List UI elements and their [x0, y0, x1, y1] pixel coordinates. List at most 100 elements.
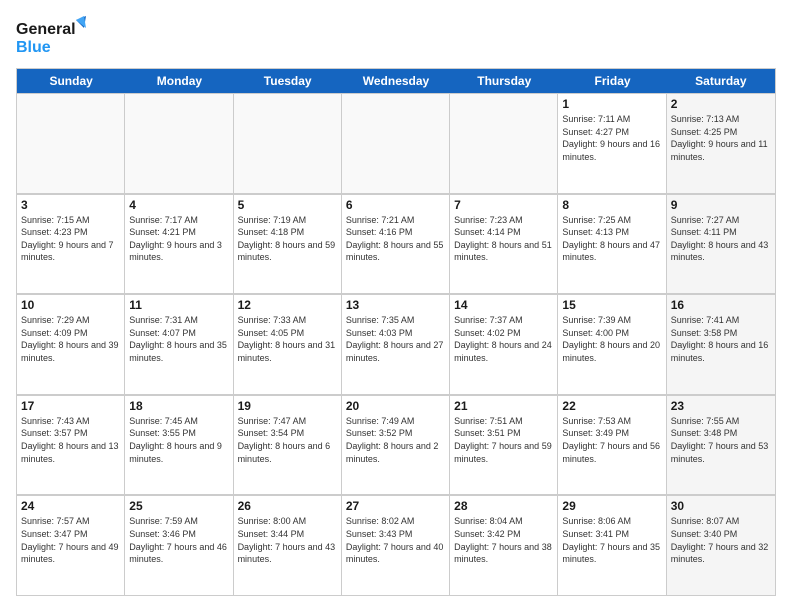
- day-number: 21: [454, 399, 553, 413]
- day-info: Sunrise: 7:43 AM Sunset: 3:57 PM Dayligh…: [21, 415, 120, 465]
- cal-cell: 4Sunrise: 7:17 AM Sunset: 4:21 PM Daylig…: [125, 195, 233, 294]
- week-row-4: 17 Sunrise: 7:43 AM Sunset: 3:57 PM Dayli…: [17, 395, 775, 496]
- cal-cell: 17 Sunrise: 7:43 AM Sunset: 3:57 PM Dayli…: [17, 396, 125, 495]
- cal-cell: [125, 94, 233, 193]
- day-number: 22: [562, 399, 661, 413]
- day-info: Sunrise: 7:31 AM Sunset: 4:07 PM Dayligh…: [129, 314, 228, 364]
- cal-cell: 30 Sunrise: 8:07 AM Sunset: 3:40 PM Dayli…: [667, 496, 775, 595]
- day-info: Sunrise: 7:53 AM Sunset: 3:49 PM Dayligh…: [562, 415, 661, 465]
- day-info: Sunrise: 7:35 AM Sunset: 4:03 PM Dayligh…: [346, 314, 445, 364]
- day-info: Sunrise: 7:33 AM Sunset: 4:05 PM Dayligh…: [238, 314, 337, 364]
- logo: General Blue: [16, 16, 86, 58]
- calendar: SundayMondayTuesdayWednesdayThursdayFrid…: [16, 68, 776, 596]
- day-info: Sunrise: 7:23 AM Sunset: 4:14 PM Dayligh…: [454, 214, 553, 264]
- day-info: Sunrise: 7:27 AM Sunset: 4:11 PM Dayligh…: [671, 214, 771, 264]
- cal-cell: 23 Sunrise: 7:55 AM Sunset: 3:48 PM Dayli…: [667, 396, 775, 495]
- cal-cell: [234, 94, 342, 193]
- day-number: 30: [671, 499, 771, 513]
- day-number: 2: [671, 97, 771, 111]
- week-row-2: 3Sunrise: 7:15 AM Sunset: 4:23 PM Daylig…: [17, 194, 775, 295]
- day-number: 10: [21, 298, 120, 312]
- day-info: Sunrise: 7:47 AM Sunset: 3:54 PM Dayligh…: [238, 415, 337, 465]
- cal-cell: 16Sunrise: 7:41 AM Sunset: 3:58 PM Dayli…: [667, 295, 775, 394]
- day-number: 4: [129, 198, 228, 212]
- cal-cell: 26 Sunrise: 8:00 AM Sunset: 3:44 PM Dayli…: [234, 496, 342, 595]
- day-number: 18: [129, 399, 228, 413]
- cal-cell: 10 Sunrise: 7:29 AM Sunset: 4:09 PM Dayli…: [17, 295, 125, 394]
- day-number: 12: [238, 298, 337, 312]
- calendar-header: SundayMondayTuesdayWednesdayThursdayFrid…: [17, 69, 775, 93]
- day-info: Sunrise: 8:07 AM Sunset: 3:40 PM Dayligh…: [671, 515, 771, 565]
- day-number: 28: [454, 499, 553, 513]
- day-number: 8: [562, 198, 661, 212]
- cal-cell: [342, 94, 450, 193]
- day-number: 17: [21, 399, 120, 413]
- day-number: 29: [562, 499, 661, 513]
- day-info: Sunrise: 7:13 AM Sunset: 4:25 PM Dayligh…: [671, 113, 771, 163]
- day-info: Sunrise: 7:55 AM Sunset: 3:48 PM Dayligh…: [671, 415, 771, 465]
- header-day-monday: Monday: [125, 69, 233, 93]
- day-info: Sunrise: 7:49 AM Sunset: 3:52 PM Dayligh…: [346, 415, 445, 465]
- cal-cell: 25 Sunrise: 7:59 AM Sunset: 3:46 PM Dayli…: [125, 496, 233, 595]
- day-number: 14: [454, 298, 553, 312]
- day-number: 5: [238, 198, 337, 212]
- cal-cell: 12 Sunrise: 7:33 AM Sunset: 4:05 PM Dayli…: [234, 295, 342, 394]
- header-day-sunday: Sunday: [17, 69, 125, 93]
- day-number: 24: [21, 499, 120, 513]
- cal-cell: 19Sunrise: 7:47 AM Sunset: 3:54 PM Dayli…: [234, 396, 342, 495]
- cal-cell: 3Sunrise: 7:15 AM Sunset: 4:23 PM Daylig…: [17, 195, 125, 294]
- day-info: Sunrise: 8:00 AM Sunset: 3:44 PM Dayligh…: [238, 515, 337, 565]
- day-number: 23: [671, 399, 771, 413]
- day-number: 1: [562, 97, 661, 111]
- day-info: Sunrise: 7:41 AM Sunset: 3:58 PM Dayligh…: [671, 314, 771, 364]
- cal-cell: 2 Sunrise: 7:13 AM Sunset: 4:25 PM Daylig…: [667, 94, 775, 193]
- cal-cell: 21 Sunrise: 7:51 AM Sunset: 3:51 PM Dayli…: [450, 396, 558, 495]
- svg-text:Blue: Blue: [16, 39, 51, 56]
- cal-cell: 11 Sunrise: 7:31 AM Sunset: 4:07 PM Dayli…: [125, 295, 233, 394]
- header-day-saturday: Saturday: [667, 69, 775, 93]
- day-info: Sunrise: 7:11 AM Sunset: 4:27 PM Dayligh…: [562, 113, 661, 163]
- header-day-tuesday: Tuesday: [234, 69, 342, 93]
- day-number: 7: [454, 198, 553, 212]
- cal-cell: 6Sunrise: 7:21 AM Sunset: 4:16 PM Daylig…: [342, 195, 450, 294]
- day-info: Sunrise: 7:37 AM Sunset: 4:02 PM Dayligh…: [454, 314, 553, 364]
- header-day-friday: Friday: [558, 69, 666, 93]
- day-info: Sunrise: 7:51 AM Sunset: 3:51 PM Dayligh…: [454, 415, 553, 465]
- day-info: Sunrise: 8:04 AM Sunset: 3:42 PM Dayligh…: [454, 515, 553, 565]
- cal-cell: [17, 94, 125, 193]
- cal-cell: 28 Sunrise: 8:04 AM Sunset: 3:42 PM Dayli…: [450, 496, 558, 595]
- header-day-thursday: Thursday: [450, 69, 558, 93]
- day-number: 26: [238, 499, 337, 513]
- day-info: Sunrise: 7:19 AM Sunset: 4:18 PM Dayligh…: [238, 214, 337, 264]
- cal-cell: 27Sunrise: 8:02 AM Sunset: 3:43 PM Dayli…: [342, 496, 450, 595]
- day-info: Sunrise: 8:06 AM Sunset: 3:41 PM Dayligh…: [562, 515, 661, 565]
- day-number: 20: [346, 399, 445, 413]
- day-number: 15: [562, 298, 661, 312]
- cal-cell: 14 Sunrise: 7:37 AM Sunset: 4:02 PM Dayli…: [450, 295, 558, 394]
- day-number: 25: [129, 499, 228, 513]
- header-day-wednesday: Wednesday: [342, 69, 450, 93]
- cal-cell: 15 Sunrise: 7:39 AM Sunset: 4:00 PM Dayli…: [558, 295, 666, 394]
- cal-cell: 20 Sunrise: 7:49 AM Sunset: 3:52 PM Dayli…: [342, 396, 450, 495]
- cal-cell: 24 Sunrise: 7:57 AM Sunset: 3:47 PM Dayli…: [17, 496, 125, 595]
- day-number: 27: [346, 499, 445, 513]
- week-row-5: 24 Sunrise: 7:57 AM Sunset: 3:47 PM Dayli…: [17, 495, 775, 595]
- cal-cell: 29 Sunrise: 8:06 AM Sunset: 3:41 PM Dayli…: [558, 496, 666, 595]
- cal-cell: 22 Sunrise: 7:53 AM Sunset: 3:49 PM Dayli…: [558, 396, 666, 495]
- week-row-3: 10 Sunrise: 7:29 AM Sunset: 4:09 PM Dayli…: [17, 294, 775, 395]
- day-info: Sunrise: 7:29 AM Sunset: 4:09 PM Dayligh…: [21, 314, 120, 364]
- day-info: Sunrise: 7:57 AM Sunset: 3:47 PM Dayligh…: [21, 515, 120, 565]
- cal-cell: 13Sunrise: 7:35 AM Sunset: 4:03 PM Dayli…: [342, 295, 450, 394]
- day-number: 9: [671, 198, 771, 212]
- day-number: 11: [129, 298, 228, 312]
- logo-svg: General Blue: [16, 16, 86, 58]
- day-info: Sunrise: 7:39 AM Sunset: 4:00 PM Dayligh…: [562, 314, 661, 364]
- cal-cell: [450, 94, 558, 193]
- cal-cell: 5 Sunrise: 7:19 AM Sunset: 4:18 PM Daylig…: [234, 195, 342, 294]
- day-number: 3: [21, 198, 120, 212]
- cal-cell: 18Sunrise: 7:45 AM Sunset: 3:55 PM Dayli…: [125, 396, 233, 495]
- day-info: Sunrise: 7:59 AM Sunset: 3:46 PM Dayligh…: [129, 515, 228, 565]
- day-info: Sunrise: 7:21 AM Sunset: 4:16 PM Dayligh…: [346, 214, 445, 264]
- cal-cell: 1 Sunrise: 7:11 AM Sunset: 4:27 PM Daylig…: [558, 94, 666, 193]
- svg-text:General: General: [16, 21, 76, 38]
